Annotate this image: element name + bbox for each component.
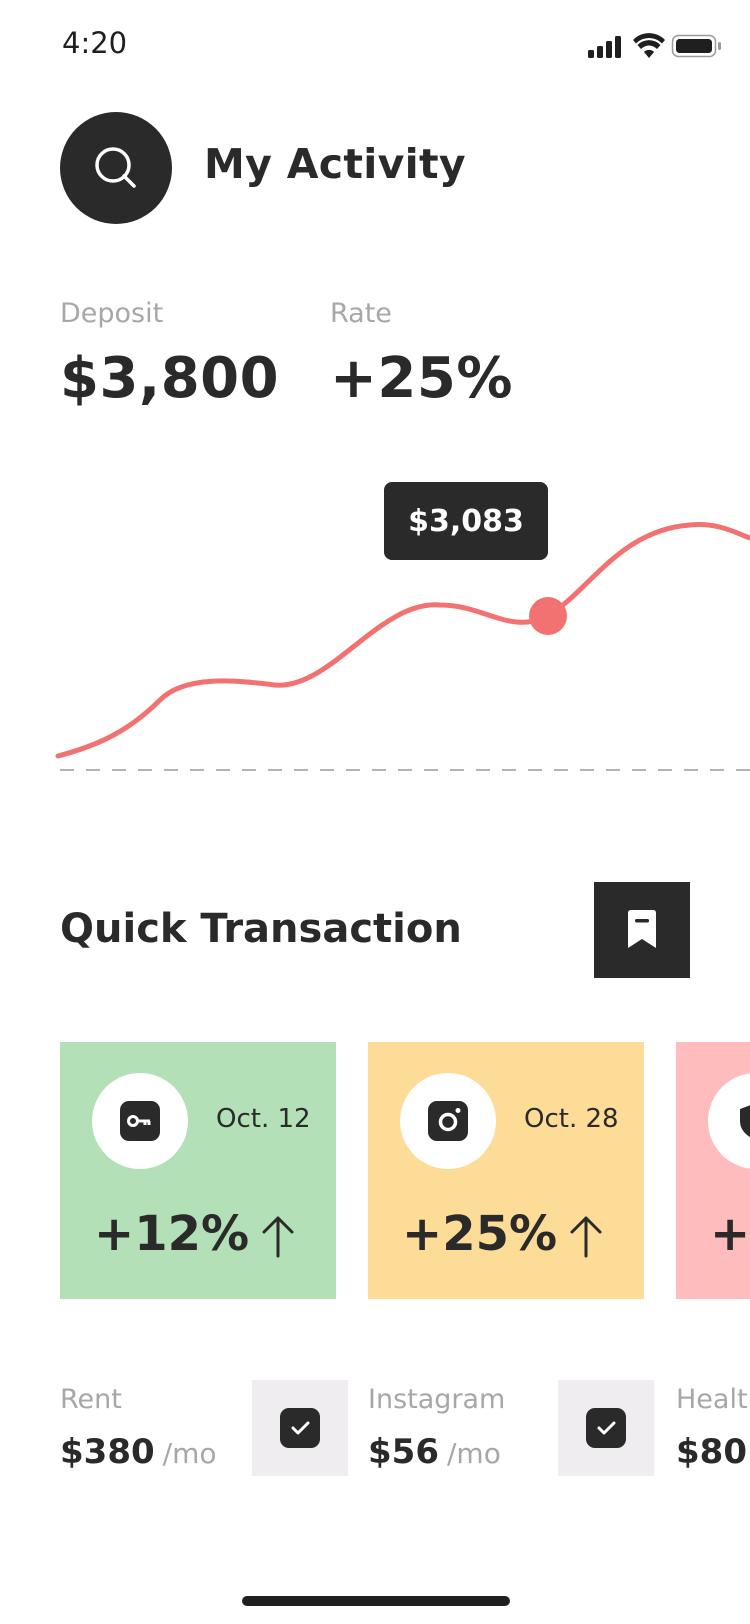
transaction-card-rent[interactable]: Oct. 12 +12% bbox=[60, 1042, 336, 1299]
subscription-name: Instagram bbox=[368, 1384, 506, 1415]
bookmark-button[interactable] bbox=[594, 882, 690, 978]
home-indicator bbox=[242, 1596, 510, 1606]
chart-tooltip: $3,083 bbox=[384, 482, 548, 560]
shield-icon bbox=[740, 1105, 750, 1138]
search-button[interactable] bbox=[60, 112, 172, 224]
subscription-name: Rent bbox=[60, 1384, 122, 1415]
chart-point bbox=[529, 597, 567, 635]
amount-period: /mo bbox=[446, 1437, 501, 1470]
card-date: Oct. 28 bbox=[524, 1104, 619, 1134]
arrow-up-icon bbox=[262, 1216, 294, 1258]
amount-period: /mo bbox=[162, 1437, 217, 1470]
card-icon-circle bbox=[92, 1073, 188, 1169]
rate-value: +25% bbox=[330, 346, 513, 411]
rent-checkbox[interactable] bbox=[252, 1380, 348, 1476]
transaction-card-instagram[interactable]: Oct. 28 +25% bbox=[368, 1042, 644, 1299]
amount-value: $380 bbox=[60, 1432, 155, 1472]
transaction-card-health[interactable]: +3 bbox=[676, 1042, 750, 1299]
signal-icon bbox=[588, 36, 621, 58]
amount-value: $56 bbox=[368, 1432, 439, 1472]
card-percent: +12% bbox=[94, 1206, 250, 1262]
key-icon bbox=[120, 1101, 160, 1141]
card-percent: +3 bbox=[710, 1206, 750, 1262]
wifi-icon bbox=[633, 33, 665, 58]
status-icons bbox=[588, 33, 721, 58]
subscription-name: Healtl bbox=[676, 1384, 750, 1415]
subscription-amount: $380/mo bbox=[60, 1432, 216, 1472]
activity-chart bbox=[55, 522, 750, 771]
subscription-amount: $56/mo bbox=[368, 1432, 501, 1472]
battery-icon bbox=[671, 34, 721, 58]
deposit-value: $3,800 bbox=[60, 346, 280, 411]
rate-label: Rate bbox=[330, 298, 392, 329]
status-time: 4:20 bbox=[62, 26, 128, 60]
card-icon-circle bbox=[708, 1073, 750, 1169]
card-percent: +25% bbox=[402, 1206, 558, 1262]
amount-value: $80 bbox=[676, 1432, 747, 1472]
deposit-label: Deposit bbox=[60, 298, 164, 329]
check-icon bbox=[586, 1408, 626, 1448]
card-date: Oct. 12 bbox=[216, 1104, 311, 1134]
instagram-icon bbox=[428, 1101, 468, 1141]
check-icon bbox=[280, 1408, 320, 1448]
instagram-checkbox[interactable] bbox=[558, 1380, 654, 1476]
subscription-amount: $80 bbox=[676, 1432, 750, 1472]
bookmark-icon bbox=[628, 910, 656, 948]
section-title: Quick Transaction bbox=[60, 906, 462, 952]
search-icon bbox=[95, 147, 136, 188]
page-title: My Activity bbox=[204, 140, 466, 188]
card-icon-circle bbox=[400, 1073, 496, 1169]
arrow-up-icon bbox=[570, 1216, 602, 1258]
